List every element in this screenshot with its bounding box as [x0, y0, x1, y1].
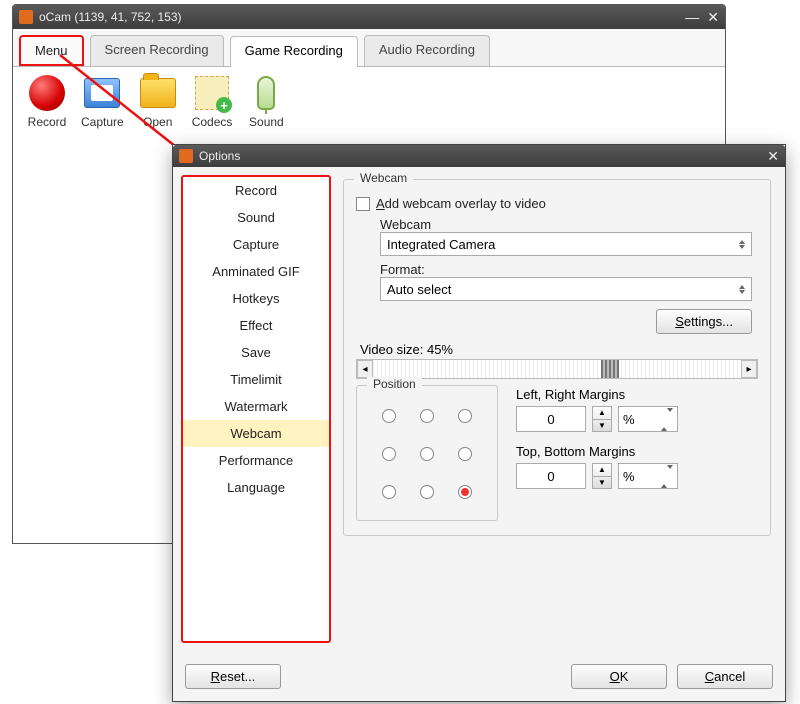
tool-record[interactable]: Record	[27, 73, 67, 129]
format-select[interactable]: Auto select	[380, 277, 752, 301]
tool-open[interactable]: Open	[138, 73, 178, 129]
position-radio-5[interactable]	[458, 447, 472, 461]
slider-left-button[interactable]: ◂	[357, 360, 373, 378]
format-label: Format:	[380, 262, 758, 277]
sidebar-item-effect[interactable]: Effect	[183, 312, 329, 339]
webcam-select[interactable]: Integrated Camera	[380, 232, 752, 256]
app-icon	[19, 10, 33, 24]
position-radio-4[interactable]	[420, 447, 434, 461]
sidebar-item-hotkeys[interactable]: Hotkeys	[183, 285, 329, 312]
tb-margin-stepper[interactable]: ▲▼	[592, 463, 612, 489]
options-titlebar: Options ✕	[173, 145, 785, 167]
stepper-down-icon[interactable]: ▼	[593, 420, 611, 432]
capture-icon	[84, 78, 120, 108]
stepper-up-icon[interactable]: ▲	[593, 407, 611, 420]
reset-button[interactable]: Reset...	[185, 664, 281, 689]
microphone-icon	[257, 76, 275, 110]
tb-margin-input[interactable]: 0	[516, 463, 586, 489]
dropdown-caret-icon	[661, 412, 673, 427]
tool-sound[interactable]: Sound	[246, 73, 286, 129]
stepper-up-icon[interactable]: ▲	[593, 464, 611, 477]
position-radio-0[interactable]	[382, 409, 396, 423]
position-group: Position	[356, 385, 498, 521]
tool-capture[interactable]: Capture	[81, 73, 124, 129]
main-titlebar: oCam (1139, 41, 752, 153) — ✕	[13, 5, 725, 29]
sidebar-item-record[interactable]: Record	[183, 177, 329, 204]
tab-audio-recording[interactable]: Audio Recording	[364, 35, 490, 66]
options-footer: Reset... OK Cancel	[173, 651, 785, 701]
codec-icon	[195, 76, 229, 110]
top-bottom-margins-label: Top, Bottom Margins	[516, 444, 758, 459]
tab-game-recording[interactable]: Game Recording	[230, 36, 358, 67]
dropdown-caret-icon	[739, 240, 745, 249]
options-dialog: Options ✕ RecordSoundCaptureAnminated GI…	[172, 144, 786, 702]
sidebar-item-timelimit[interactable]: Timelimit	[183, 366, 329, 393]
lr-unit-select[interactable]: %	[618, 406, 678, 432]
lr-margin-stepper[interactable]: ▲▼	[592, 406, 612, 432]
video-size-label: Video size: 45%	[360, 342, 758, 357]
position-radio-3[interactable]	[382, 447, 396, 461]
add-overlay-checkbox[interactable]	[356, 197, 370, 211]
sidebar-item-sound[interactable]: Sound	[183, 204, 329, 231]
webcam-label: Webcam	[380, 217, 758, 232]
sidebar-item-save[interactable]: Save	[183, 339, 329, 366]
add-overlay-label: Add webcam overlay to video	[376, 196, 546, 211]
slider-track[interactable]	[373, 360, 741, 378]
main-tabs: Menu Screen Recording Game Recording Aud…	[13, 29, 725, 67]
main-title: oCam (1139, 41, 752, 153)	[39, 10, 685, 24]
position-radio-1[interactable]	[420, 409, 434, 423]
stepper-down-icon[interactable]: ▼	[593, 477, 611, 489]
slider-right-button[interactable]: ▸	[741, 360, 757, 378]
close-button[interactable]: ✕	[707, 9, 719, 26]
settings-button[interactable]: Settings...	[656, 309, 752, 334]
position-group-title: Position	[367, 377, 422, 391]
tab-menu[interactable]: Menu	[19, 35, 84, 66]
position-radio-8[interactable]	[458, 485, 472, 499]
position-radio-7[interactable]	[420, 485, 434, 499]
minimize-button[interactable]: —	[685, 9, 699, 26]
record-icon	[29, 75, 65, 111]
slider-thumb[interactable]	[601, 360, 619, 378]
toolbar: Record Capture Open Codecs Sound	[13, 67, 725, 139]
video-size-slider[interactable]: ◂ ▸	[356, 359, 758, 379]
sidebar-item-webcam[interactable]: Webcam	[183, 420, 329, 447]
folder-icon	[140, 78, 176, 108]
ok-button[interactable]: OK	[571, 664, 667, 689]
dropdown-caret-icon	[739, 285, 745, 294]
webcam-group: Webcam Add webcam overlay to video Webca…	[343, 179, 771, 536]
position-radio-2[interactable]	[458, 409, 472, 423]
webcam-group-title: Webcam	[354, 171, 413, 185]
sidebar-item-performance[interactable]: Performance	[183, 447, 329, 474]
app-icon	[179, 149, 193, 163]
tool-codecs[interactable]: Codecs	[192, 73, 233, 129]
cancel-button[interactable]: Cancel	[677, 664, 773, 689]
sidebar-item-anminated-gif[interactable]: Anminated GIF	[183, 258, 329, 285]
tab-screen-recording[interactable]: Screen Recording	[90, 35, 224, 66]
position-radio-6[interactable]	[382, 485, 396, 499]
sidebar-item-watermark[interactable]: Watermark	[183, 393, 329, 420]
left-right-margins-label: Left, Right Margins	[516, 387, 758, 402]
format-select-value: Auto select	[387, 282, 451, 297]
webcam-select-value: Integrated Camera	[387, 237, 495, 252]
options-content: Webcam Add webcam overlay to video Webca…	[337, 175, 777, 643]
tb-unit-select[interactable]: %	[618, 463, 678, 489]
margins-panel: Left, Right Margins 0 ▲▼ % Top, Bottom M…	[516, 385, 758, 521]
sidebar-item-capture[interactable]: Capture	[183, 231, 329, 258]
lr-margin-input[interactable]: 0	[516, 406, 586, 432]
options-title: Options	[199, 149, 767, 163]
options-sidebar: RecordSoundCaptureAnminated GIFHotkeysEf…	[181, 175, 331, 643]
options-close-button[interactable]: ✕	[767, 148, 779, 165]
sidebar-item-language[interactable]: Language	[183, 474, 329, 501]
dropdown-caret-icon	[661, 469, 673, 484]
